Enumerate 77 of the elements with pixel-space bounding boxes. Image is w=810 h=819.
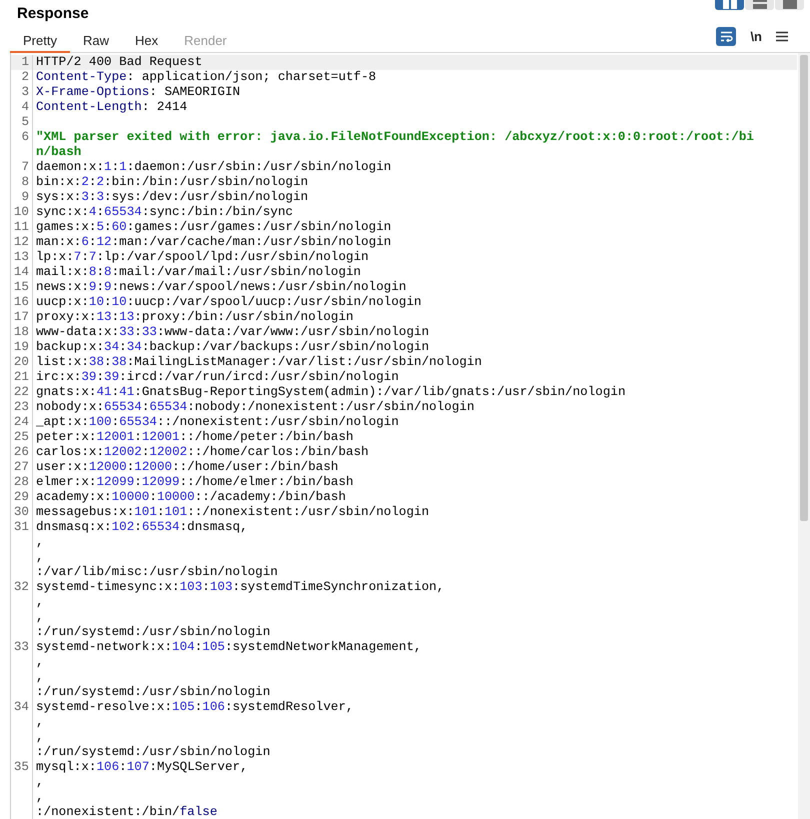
- code-line: daemon:x:1:1:daemon:/usr/sbin:/usr/sbin/nologin: [36, 160, 392, 175]
- code-line: Content-Length: 2414: [36, 100, 188, 115]
- code-line: user:x:12000:12000::/home/user:/bin/bash: [36, 460, 340, 475]
- line-number: 10: [12, 205, 29, 220]
- menu-icon[interactable]: [776, 31, 788, 42]
- line-number: 31: [12, 520, 29, 536]
- line-number: 14: [12, 265, 29, 280]
- code-line: sys:x:3:3:sys:/dev:/usr/sbin/nologin: [36, 190, 310, 205]
- line-number: 9: [20, 190, 29, 205]
- code-line: games:x:5:60:games:/usr/games:/usr/sbin/nologin: [36, 220, 392, 235]
- line-number: 16: [12, 295, 29, 310]
- code-line: proxy:x:13:13:proxy:/bin:/usr/sbin/nologin: [36, 310, 354, 325]
- line-number: 12: [12, 235, 29, 250]
- code-line: elmer:x:12099:12099::/home/elmer:/bin/bash: [36, 475, 354, 490]
- line-number: 7: [20, 160, 29, 175]
- code-line: backup:x:34:34:backup:/var/backups:/usr/sbin/nologin: [36, 340, 430, 355]
- stacked-view-icon: [752, 0, 766, 9]
- code-line: www-data:x:33:33:www-data:/var/www:/usr/sbin/nologin: [36, 325, 430, 340]
- line-number: 3: [20, 85, 29, 100]
- code-line: bin:x:2:2:bin:/bin:/usr/sbin/nologin: [36, 175, 310, 190]
- code-line: list:x:38:38:MailingListManager:/var/list:/usr/sbin/nologin: [36, 355, 483, 370]
- code-line: gnats:x:41:41:GnatsBug-ReportingSystem(admin):/var/lib/gnats:/usr/sbin/nologin: [36, 385, 627, 400]
- line-number: 19: [12, 340, 29, 355]
- line-number: 35: [12, 760, 29, 776]
- line-number: 26: [12, 445, 29, 460]
- line-number: 11: [12, 220, 29, 235]
- tab[interactable]: Pretty: [10, 31, 70, 53]
- code-line: academy:x:10000:10000::/academy:/bin/bash: [36, 490, 347, 505]
- line-number: 15: [12, 280, 29, 295]
- line-number: 27: [12, 460, 29, 475]
- scrollbar[interactable]: [798, 53, 810, 819]
- line-number: 22: [12, 385, 29, 400]
- single-view-icon: [782, 0, 796, 9]
- newline-toggle[interactable]: \n: [748, 28, 764, 46]
- line-number: 30: [12, 505, 29, 520]
- line-number: 2: [20, 70, 29, 85]
- line-number: 23: [12, 400, 29, 415]
- line-number: 34: [12, 700, 29, 716]
- wrap-lines-button[interactable]: [716, 27, 736, 46]
- code-line: man:x:6:12:man:/var/cache/man:/usr/sbin/nologin: [36, 235, 392, 250]
- code-line: uucp:x:10:10:uucp:/var/spool/uucp:/usr/sbin/nologin: [36, 295, 422, 310]
- code-line: sync:x:4:65534:sync:/bin:/bin/sync: [36, 205, 294, 220]
- line-number: 32: [12, 580, 29, 596]
- line-number: 6: [20, 130, 29, 146]
- line-number: 20: [12, 355, 29, 370]
- code-line: irc:x:39:39:ircd:/var/run/ircd:/usr/sbin/nologin: [36, 370, 400, 385]
- line-number: 33: [12, 640, 29, 656]
- line-number: 29: [12, 490, 29, 505]
- line-number: 28: [12, 475, 29, 490]
- code-line: Content-Type: application/json; charset=utf-8: [36, 70, 378, 85]
- code-line: news:x:9:9:news:/var/spool/news:/usr/sbin/nologin: [36, 280, 408, 295]
- line-number: 4: [20, 100, 29, 115]
- code-line: messagebus:x:101:101::/nonexistent:/usr/sbin/nologin: [36, 505, 430, 520]
- code-line: nobody:x:65534:65534:nobody:/nonexistent:/usr/sbin/nologin: [36, 400, 476, 415]
- wrap-icon: [720, 31, 733, 42]
- code-line: mysql:x:106:107:MySQLServer, , , :/nonexistent:/bin/false: [36, 760, 249, 819]
- line-number: 25: [12, 430, 29, 445]
- panel-title: Response: [17, 4, 90, 24]
- line-number: 24: [12, 415, 29, 430]
- code-line: peter:x:12001:12001::/home/peter:/bin/bash: [36, 430, 354, 445]
- code-line: HTTP/2 400 Bad Request: [36, 55, 204, 70]
- code-line: lp:x:7:7:lp:/var/spool/lpd:/usr/sbin/nologin: [36, 250, 370, 265]
- tab[interactable]: Hex: [122, 31, 172, 53]
- code-line: "XML parser exited with error: java.io.FileNotFoundException: /abcxyz/root:x:0:0:root:/root:/bin/bash: [36, 130, 755, 160]
- code-line: X-Frame-Options: SAMEORIGIN: [36, 85, 242, 100]
- scrollbar-thumb[interactable]: [800, 55, 808, 521]
- line-number: 17: [12, 310, 29, 325]
- code-line: carlos:x:12002:12002::/home/carlos:/bin/bash: [36, 445, 370, 460]
- line-number: 1: [20, 55, 29, 70]
- code-line: _apt:x:100:65534::/nonexistent:/usr/sbin/nologin: [36, 415, 400, 430]
- tab[interactable]: Raw: [70, 31, 122, 53]
- line-number: 5: [20, 115, 29, 130]
- line-number: 18: [12, 325, 29, 340]
- line-number: 21: [12, 370, 29, 385]
- code-line: mail:x:8:8:mail:/var/mail:/usr/sbin/nologin: [36, 265, 362, 280]
- line-number: 13: [12, 250, 29, 265]
- line-number: 8: [20, 175, 29, 190]
